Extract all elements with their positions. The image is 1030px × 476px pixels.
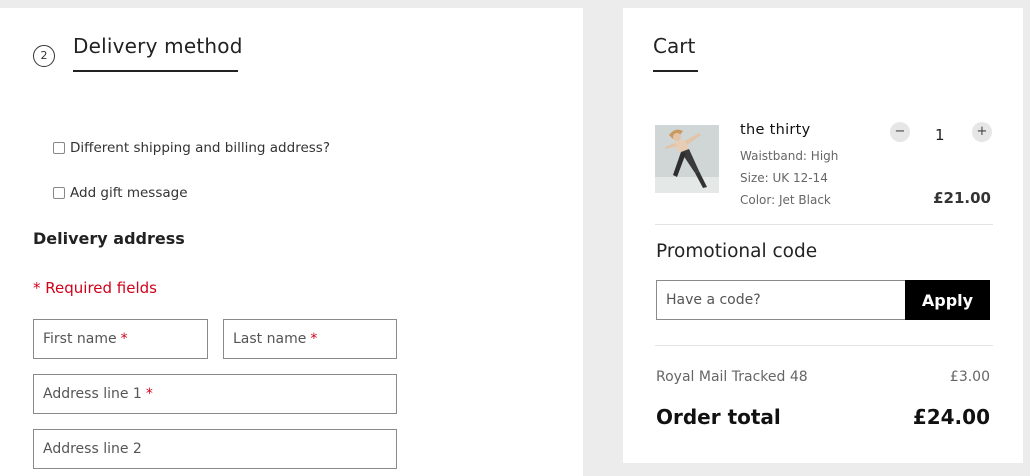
first-name-field[interactable]: First name * bbox=[33, 319, 208, 359]
cart-title: Cart bbox=[653, 34, 696, 58]
product-waistband: Waistband: High bbox=[740, 149, 839, 163]
cart-title-underline bbox=[653, 70, 698, 72]
minus-icon[interactable]: − bbox=[890, 122, 910, 142]
delivery-address-heading: Delivery address bbox=[33, 229, 185, 248]
address-line-1-placeholder: Address line 1 bbox=[43, 386, 142, 402]
section-title-underline bbox=[73, 70, 238, 72]
gift-message-checkbox-row[interactable]: Add gift message bbox=[53, 185, 188, 201]
required-fields-note: * Required fields bbox=[33, 279, 157, 297]
item-price: £21.00 bbox=[933, 189, 991, 207]
divider bbox=[655, 224, 993, 225]
apply-button[interactable]: Apply bbox=[905, 280, 990, 320]
address-line-2-placeholder: Address line 2 bbox=[43, 441, 142, 457]
step-number-badge: 2 bbox=[33, 45, 55, 67]
product-image[interactable] bbox=[655, 125, 719, 193]
last-name-placeholder: Last name bbox=[233, 331, 307, 347]
checkbox-icon[interactable] bbox=[53, 187, 65, 199]
different-address-label: Different shipping and billing address? bbox=[70, 140, 330, 156]
address-line-2-field[interactable]: Address line 2 bbox=[33, 429, 397, 469]
order-total-label: Order total bbox=[656, 405, 781, 429]
required-star: * bbox=[145, 386, 153, 402]
promo-code-heading: Promotional code bbox=[656, 241, 818, 262]
promo-code-placeholder: Have a code? bbox=[666, 292, 761, 308]
gift-message-label: Add gift message bbox=[70, 185, 188, 201]
order-total-price: £24.00 bbox=[912, 405, 990, 429]
plus-icon[interactable]: + bbox=[972, 122, 992, 142]
first-name-placeholder: First name bbox=[43, 331, 117, 347]
section-title: Delivery method bbox=[73, 34, 243, 58]
product-size: Size: UK 12-14 bbox=[740, 171, 828, 185]
product-color: Color: Jet Black bbox=[740, 193, 831, 207]
shipping-method-label: Royal Mail Tracked 48 bbox=[656, 369, 808, 385]
last-name-field[interactable]: Last name * bbox=[223, 319, 397, 359]
shipping-price: £3.00 bbox=[949, 369, 990, 385]
required-star: * bbox=[310, 331, 318, 347]
required-star: * bbox=[120, 331, 128, 347]
checkbox-icon[interactable] bbox=[53, 142, 65, 154]
cart-panel: Cart the thirty Waistband: High Size: UK… bbox=[623, 8, 1023, 463]
promo-code-input[interactable]: Have a code? bbox=[656, 280, 906, 320]
quantity-value: 1 bbox=[935, 126, 945, 144]
product-name[interactable]: the thirty bbox=[740, 122, 811, 138]
address-line-1-field[interactable]: Address line 1 * bbox=[33, 374, 397, 414]
different-address-checkbox-row[interactable]: Different shipping and billing address? bbox=[53, 140, 330, 156]
delivery-panel: 2 Delivery method Different shipping and… bbox=[0, 8, 583, 476]
divider bbox=[655, 345, 993, 346]
